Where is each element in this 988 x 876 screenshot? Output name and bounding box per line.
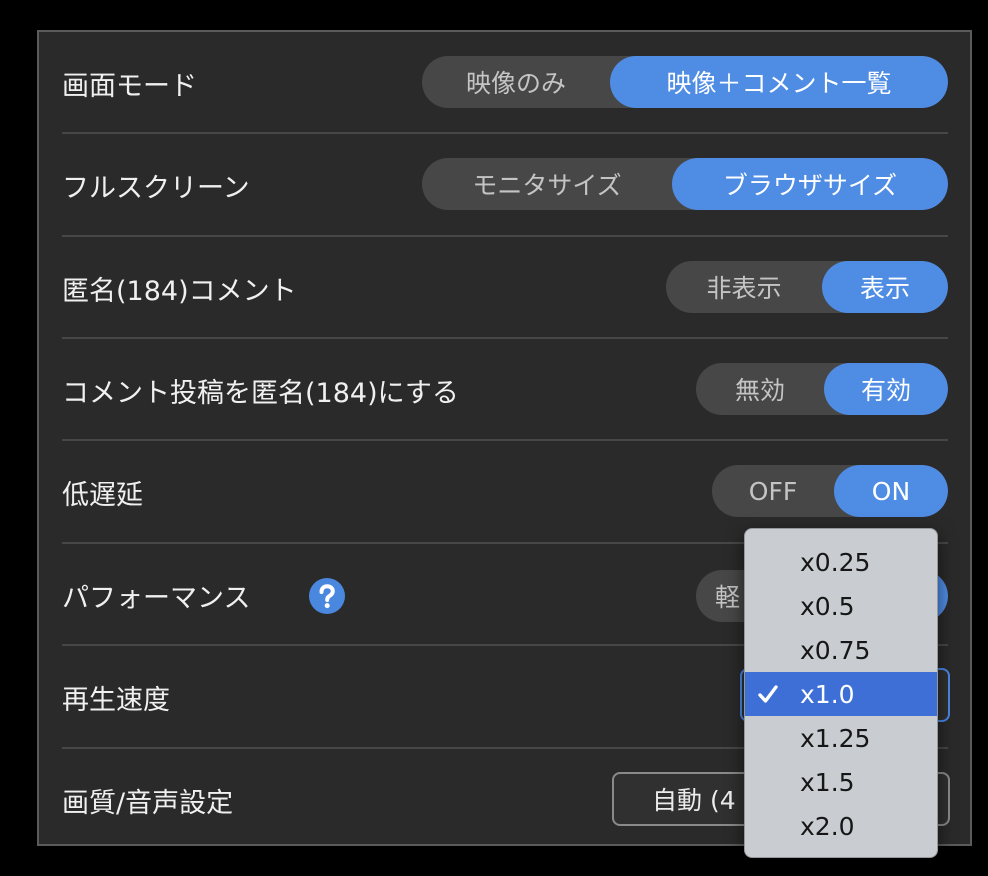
- speed-menu-item-label: x1.0: [800, 679, 855, 709]
- anonymous-comments-toggle: 非表示 表示: [666, 261, 948, 313]
- screen-mode-toggle: 映像のみ 映像＋コメント一覧: [422, 56, 948, 108]
- speed-menu-item-label: x0.75: [800, 635, 871, 665]
- quality-select-value: 自動 (4: [652, 786, 736, 815]
- playback-speed-label: 再生速度: [62, 685, 170, 716]
- setting-row-screen-mode: 画面モード 映像のみ 映像＋コメント一覧: [39, 32, 970, 134]
- anonymous-post-option-disabled[interactable]: 無効: [696, 363, 824, 415]
- anonymous-comments-label: 匿名(184)コメント: [62, 275, 297, 307]
- fullscreen-option-browser-size[interactable]: ブラウザサイズ: [672, 158, 948, 210]
- fullscreen-label: フルスクリーン: [62, 173, 250, 204]
- screen-mode-option-video-comments[interactable]: 映像＋コメント一覧: [610, 56, 948, 108]
- speed-menu-item[interactable]: x0.5: [745, 584, 937, 628]
- anonymous-post-label: コメント投稿を匿名(184)にする: [62, 377, 459, 409]
- speed-menu-item-label: x0.5: [800, 591, 855, 621]
- fullscreen-option-monitor-size[interactable]: モニタサイズ: [422, 158, 672, 210]
- speed-menu-item[interactable]: x1.0: [745, 672, 937, 716]
- playback-speed-menu: x0.25 x0.5 x0.75 x1.0 x1.25 x1.5 x2.0: [744, 528, 938, 858]
- speed-menu-item[interactable]: x0.25: [745, 540, 937, 584]
- screen-mode-label: 画面モード: [62, 70, 197, 102]
- anonymous-comments-option-show[interactable]: 表示: [822, 261, 948, 313]
- speed-menu-item[interactable]: x1.5: [745, 760, 937, 804]
- speed-menu-item[interactable]: x1.25: [745, 716, 937, 760]
- question-icon[interactable]: [309, 578, 345, 614]
- speed-menu-item-label: x0.25: [800, 547, 871, 577]
- low-latency-option-off[interactable]: OFF: [712, 465, 834, 517]
- speed-menu-item[interactable]: x2.0: [745, 804, 937, 848]
- low-latency-toggle: OFF ON: [712, 465, 948, 517]
- low-latency-option-on[interactable]: ON: [834, 465, 948, 517]
- speed-menu-item-label: x1.5: [800, 767, 855, 797]
- checkmark-icon: [757, 683, 779, 705]
- speed-menu-item-label: x2.0: [800, 811, 855, 841]
- anonymous-comments-option-hide[interactable]: 非表示: [666, 261, 822, 313]
- quality-label: 画質/音声設定: [62, 788, 234, 819]
- performance-label: パフォーマンス: [62, 582, 251, 614]
- setting-row-anonymous-comments: 匿名(184)コメント 非表示 表示: [39, 237, 970, 339]
- speed-menu-item[interactable]: x0.75: [745, 628, 937, 672]
- screen-mode-option-video-only[interactable]: 映像のみ: [422, 56, 610, 108]
- setting-row-fullscreen: フルスクリーン モニタサイズ ブラウザサイズ: [39, 134, 970, 237]
- speed-menu-item-label: x1.25: [800, 723, 871, 753]
- anonymous-post-option-enabled[interactable]: 有効: [824, 363, 948, 415]
- fullscreen-toggle: モニタサイズ ブラウザサイズ: [422, 158, 948, 210]
- anonymous-post-toggle: 無効 有効: [696, 363, 948, 415]
- setting-row-anonymous-post: コメント投稿を匿名(184)にする 無効 有効: [39, 339, 970, 441]
- low-latency-label: 低遅延: [62, 480, 143, 511]
